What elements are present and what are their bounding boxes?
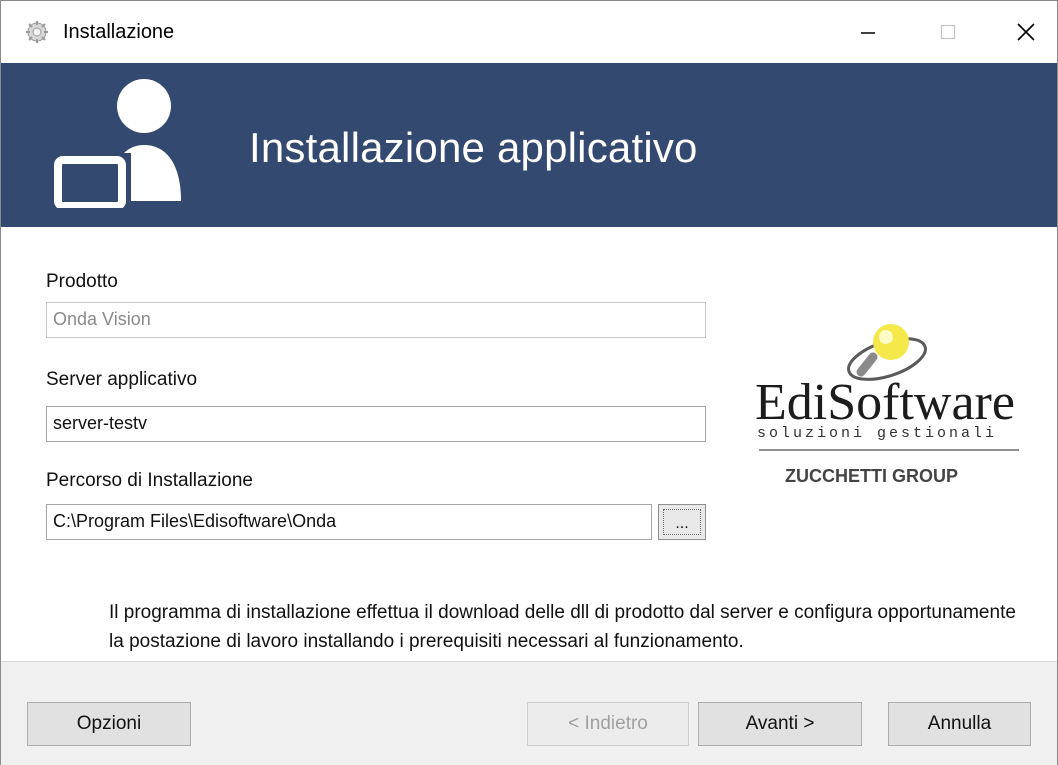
percorso-input[interactable]: C:\Program Files\Edisoftware\Onda	[46, 504, 652, 540]
info-text: Il programma di installazione effettua i…	[109, 602, 1016, 652]
options-button[interactable]: Opzioni	[27, 702, 191, 746]
prodotto-label: Prodotto	[46, 271, 118, 292]
maximize-button[interactable]	[919, 1, 977, 63]
title-bar[interactable]: Installazione	[1, 1, 1057, 63]
cancel-button[interactable]: Annulla	[888, 702, 1031, 746]
server-label: Server applicativo	[46, 369, 198, 390]
banner-heading: Installazione applicativo	[249, 124, 698, 171]
user-computer-icon	[51, 73, 191, 213]
window-title: Installazione	[63, 21, 175, 43]
edisoftware-logo: EdiSoftware soluzioni gestionali ZUCCHET…	[749, 314, 1039, 504]
installer-window: Installazione Installazione applicativo	[0, 0, 1058, 765]
focus-rect	[663, 509, 701, 535]
close-icon	[1017, 23, 1035, 41]
server-input[interactable]: server-testv	[46, 406, 706, 442]
brand-group: ZUCCHETTI GROUP	[785, 466, 958, 486]
browse-button[interactable]: ...	[658, 504, 706, 540]
maximize-icon	[940, 24, 956, 40]
minimize-icon	[861, 32, 875, 34]
installer-app-icon	[25, 20, 49, 44]
back-button[interactable]: < Indietro	[527, 702, 689, 746]
minimize-button[interactable]	[839, 1, 897, 63]
button-bar: Opzioni < Indietro Avanti > Annulla	[1, 661, 1057, 765]
close-button[interactable]	[997, 1, 1055, 63]
prodotto-field: Onda Vision	[46, 302, 706, 338]
next-button[interactable]: Avanti >	[698, 702, 862, 746]
header-banner: Installazione applicativo	[1, 63, 1057, 227]
brand-name: EdiSoftware	[755, 374, 1015, 431]
percorso-label: Percorso di Installazione	[46, 470, 253, 491]
brand-tagline: soluzioni gestionali	[757, 425, 997, 442]
